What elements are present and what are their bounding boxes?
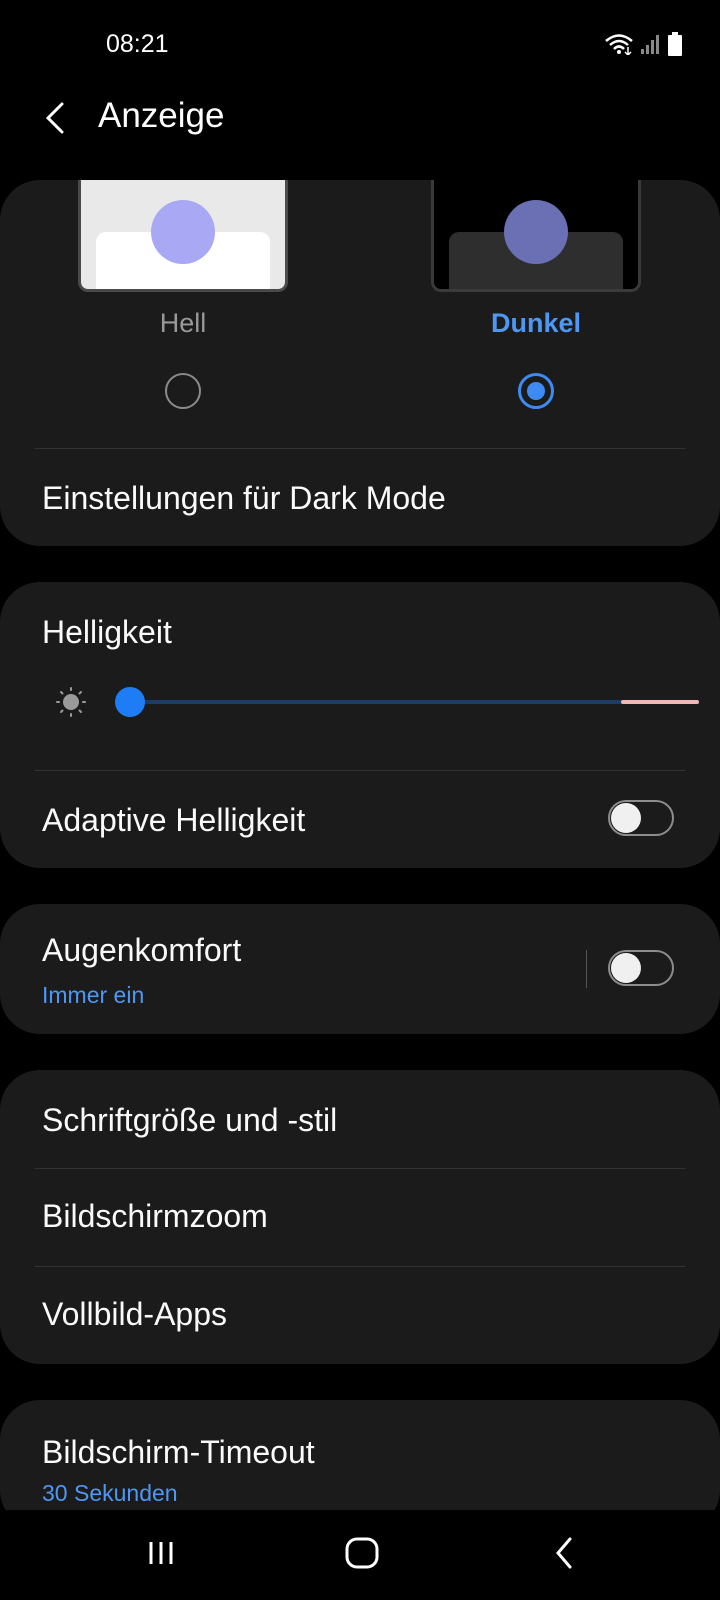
fullscreen-apps-item[interactable]: Vollbild-Apps <box>42 1296 227 1333</box>
dark-theme-preview[interactable] <box>431 180 641 292</box>
slider-track[interactable] <box>131 700 699 704</box>
font-size-style-item[interactable]: Schriftgröße und -stil <box>42 1102 337 1139</box>
brightness-card: Helligkeit Adaptive Helligkeit <box>0 582 720 868</box>
screen-zoom-item[interactable]: Bildschirmzoom <box>42 1198 268 1235</box>
divider <box>35 1168 685 1169</box>
adaptive-brightness-toggle[interactable] <box>608 800 674 836</box>
sun-icon <box>56 687 86 717</box>
preview-circle <box>151 200 215 264</box>
screen-timeout-label: Bildschirm-Timeout <box>42 1434 315 1470</box>
adaptive-brightness-label: Adaptive Helligkeit <box>42 802 306 838</box>
slider-track-end <box>621 700 699 704</box>
light-theme-radio[interactable] <box>165 373 201 409</box>
status-icons <box>604 32 682 56</box>
toggle-knob <box>611 803 641 833</box>
screen-timeout-value: 30 Sekunden <box>42 1480 178 1506</box>
divider <box>35 1266 685 1267</box>
nav-back-button[interactable] <box>540 1528 590 1578</box>
home-button[interactable] <box>337 1528 387 1578</box>
light-theme-preview[interactable] <box>78 180 288 292</box>
eye-comfort-toggle[interactable] <box>608 950 674 986</box>
display-settings-screen: 08:21 Anzeige Hell Dunkel Einstellungen … <box>0 0 720 1600</box>
dark-theme-radio[interactable] <box>518 373 554 409</box>
status-time: 08:21 <box>106 30 169 58</box>
eye-comfort-card[interactable]: Augenkomfort Immer ein <box>0 904 720 1034</box>
recent-apps-button[interactable] <box>136 1528 186 1578</box>
navigation-bar <box>0 1510 720 1600</box>
toggle-knob <box>611 953 641 983</box>
battery-icon <box>668 32 682 56</box>
page-title: Anzeige <box>98 96 225 135</box>
status-bar: 08:21 <box>0 0 720 90</box>
dark-theme-label[interactable]: Dunkel <box>431 308 641 339</box>
signal-icon <box>641 35 659 54</box>
divider <box>35 770 685 771</box>
dark-mode-settings-item[interactable]: Einstellungen für Dark Mode <box>42 480 446 517</box>
wifi-icon <box>605 34 633 55</box>
slider-thumb[interactable] <box>115 687 145 717</box>
header: Anzeige <box>0 88 720 148</box>
theme-card: Hell Dunkel Einstellungen für Dark Mode <box>0 180 720 546</box>
brightness-slider[interactable] <box>55 682 699 722</box>
eye-comfort-status: Immer ein <box>42 982 145 1008</box>
back-button[interactable] <box>36 96 76 140</box>
eye-comfort-label: Augenkomfort <box>42 932 242 968</box>
home-icon <box>345 1537 379 1569</box>
divider <box>35 448 685 449</box>
font-zoom-card: Schriftgröße und -stil Bildschirmzoom Vo… <box>0 1070 720 1364</box>
chevron-left-icon <box>45 102 64 134</box>
preview-circle <box>504 200 568 264</box>
back-icon <box>556 1537 572 1569</box>
brightness-label: Helligkeit <box>42 614 172 650</box>
recent-apps-icon <box>149 1542 173 1564</box>
light-theme-label[interactable]: Hell <box>78 308 288 339</box>
vertical-separator <box>586 950 587 988</box>
